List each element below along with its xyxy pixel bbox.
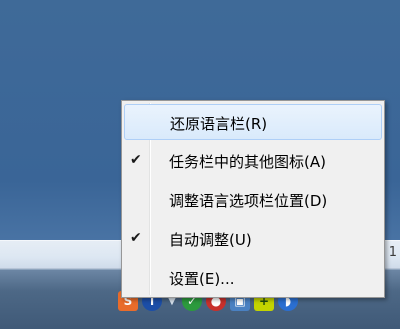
menu-item-label: 还原语言栏(R): [170, 115, 268, 133]
menu-item-label: 任务栏中的其他图标(A): [169, 153, 326, 171]
menu-item-restore-language-bar[interactable]: 还原语言栏(R): [124, 104, 382, 140]
menu-item-label: 设置(E)...: [169, 270, 235, 288]
menu-item-label: 调整语言选项栏位置(D): [169, 192, 328, 210]
context-menu: 还原语言栏(R) ✔ 任务栏中的其他图标(A) 调整语言选项栏位置(D) ✔ 自…: [121, 100, 385, 298]
checkmark-icon: ✔: [130, 230, 142, 246]
menu-item-adjust-language-bar-position[interactable]: 调整语言选项栏位置(D): [124, 182, 382, 218]
menu-item-other-icons-in-taskbar[interactable]: ✔ 任务栏中的其他图标(A): [124, 143, 382, 179]
menu-item-auto-adjust[interactable]: ✔ 自动调整(U): [124, 221, 382, 257]
menu-item-settings[interactable]: 设置(E)...: [124, 260, 382, 296]
menu-item-label: 自动调整(U): [169, 231, 252, 249]
language-bar-tail-text: 1: [388, 245, 397, 260]
checkmark-icon: ✔: [130, 152, 142, 168]
